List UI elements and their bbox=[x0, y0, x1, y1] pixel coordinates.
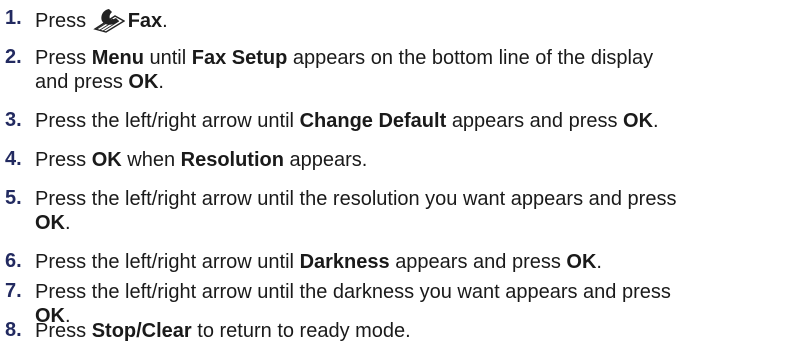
step-text: Press the left/right arrow until Darknes… bbox=[35, 251, 602, 273]
step-text: Press the left/right arrow until the res… bbox=[35, 188, 677, 210]
step-8: 8. Press Stop/Clear to return to ready m… bbox=[0, 319, 411, 343]
step-6: 6. Press the left/right arrow until Dark… bbox=[0, 250, 602, 274]
step-text: Press the left/right arrow until Change … bbox=[35, 110, 659, 132]
step-text: Press Menu until Fax Setup appears on th… bbox=[35, 47, 654, 69]
step-4: 4. Press OK when Resolution appears. bbox=[0, 148, 367, 172]
step-number: 8. bbox=[5, 319, 22, 341]
step-1: 1. Press Fax. bbox=[0, 7, 168, 33]
step-text: Press Stop/Clear to return to ready mode… bbox=[35, 320, 411, 342]
fax-handset-icon bbox=[92, 7, 126, 39]
step-text: Press OK when Resolution appears. bbox=[35, 149, 368, 171]
step-number: 5. bbox=[5, 187, 22, 209]
step-text-continued: OK. bbox=[35, 212, 71, 234]
step-2: 2. Press Menu until Fax Setup appears on… bbox=[0, 46, 653, 94]
step-number: 1. bbox=[5, 7, 22, 29]
step-5: 5. Press the left/right arrow until the … bbox=[0, 187, 676, 235]
step-number: 4. bbox=[5, 148, 22, 170]
step-number: 3. bbox=[5, 109, 22, 131]
step-3: 3. Press the left/right arrow until Chan… bbox=[0, 109, 659, 133]
step-number: 6. bbox=[5, 250, 22, 272]
step-text: Press the left/right arrow until the dar… bbox=[35, 281, 671, 303]
step-number: 2. bbox=[5, 46, 22, 68]
step-number: 7. bbox=[5, 280, 22, 302]
step-text-continued: and press OK. bbox=[35, 71, 164, 93]
step-text: Press Fax. bbox=[35, 7, 168, 33]
